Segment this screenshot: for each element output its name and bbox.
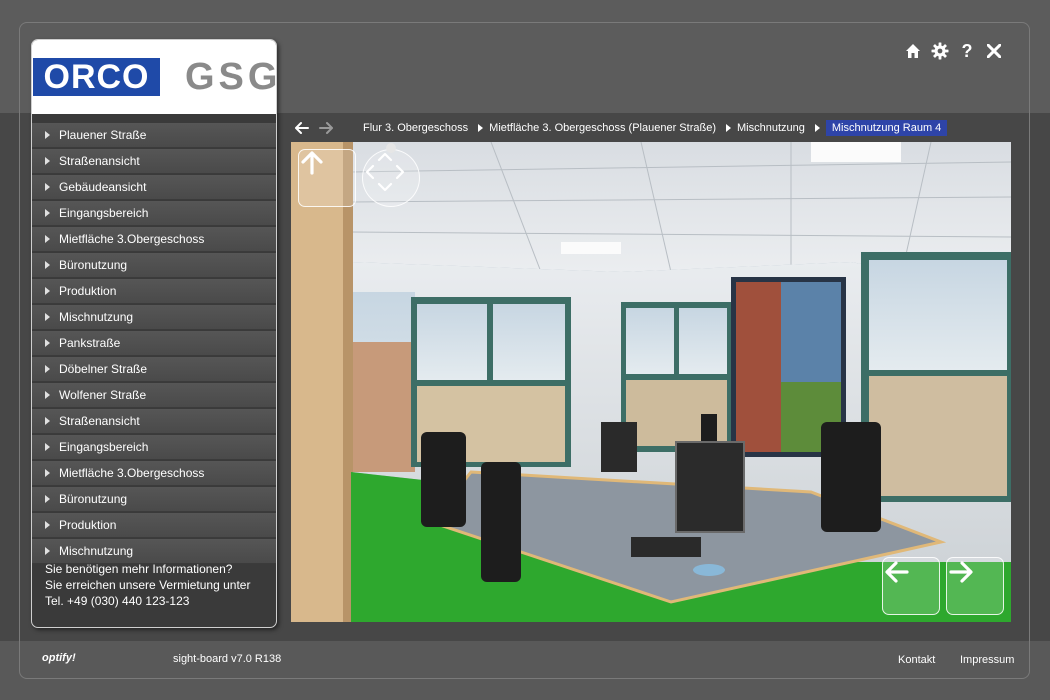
- logo-area: ORCO GSG: [32, 40, 276, 114]
- menu-item-bueronutzung-2[interactable]: Büronutzung: [32, 487, 276, 512]
- previous-view-button[interactable]: [882, 557, 940, 615]
- caret-right-icon: [45, 547, 50, 555]
- menu-item-label: Pankstraße: [59, 336, 121, 350]
- menu-item-label: Produktion: [59, 518, 117, 532]
- caret-right-icon: [45, 261, 50, 269]
- menu-item-strassenansicht-2[interactable]: Straßenansicht: [32, 409, 276, 434]
- office-room-image: [291, 142, 1011, 622]
- caret-right-icon: [45, 443, 50, 451]
- menu-item-mischnutzung[interactable]: Mischnutzung: [32, 305, 276, 330]
- viewer-toolbar: Flur 3. Obergeschoss Mietfläche 3. Oberg…: [288, 117, 1019, 141]
- caret-right-icon: [45, 235, 50, 243]
- home-icon[interactable]: [903, 41, 923, 61]
- menu-item-label: Eingangsbereich: [59, 206, 149, 220]
- menu-item-label: Büronutzung: [59, 492, 128, 506]
- menu-item-label: Mischnutzung: [59, 544, 134, 558]
- contact-link[interactable]: Kontakt: [898, 654, 935, 666]
- breadcrumb-item[interactable]: Flur 3. Obergeschoss: [363, 122, 468, 134]
- top-toolbar: ?: [903, 40, 1004, 62]
- caret-right-icon: [45, 365, 50, 373]
- breadcrumb-label: Mischnutzung: [736, 122, 805, 134]
- breadcrumb-label: Mischnutzung Raum 4: [825, 120, 948, 136]
- navigation-panel: ORCO GSG Plauener Straße Straßenansicht …: [31, 39, 277, 628]
- imprint-link[interactable]: Impressum: [960, 654, 1014, 666]
- contact-info: Sie benötigen mehr Informationen? Sie er…: [45, 561, 270, 609]
- menu-item-pankstrasse[interactable]: Pankstraße: [32, 331, 276, 356]
- gear-icon[interactable]: [930, 41, 950, 61]
- menu-item-label: Wolfener Straße: [59, 388, 147, 402]
- menu-item-label: Plauener Straße: [59, 128, 147, 142]
- breadcrumb-separator-icon: [478, 124, 484, 132]
- menu-item-label: Mischnutzung: [59, 310, 134, 324]
- info-line-3: Tel. +49 (030) 440 123-123: [45, 594, 190, 608]
- menu-item-label: Mietfläche 3.Obergeschoss: [59, 232, 205, 246]
- breadcrumb: Flur 3. Obergeschoss Mietfläche 3. Oberg…: [363, 118, 948, 138]
- info-line-2: Sie erreichen unsere Vermietung unter: [45, 578, 251, 592]
- version-label: sight-board v7.0 R138: [173, 653, 282, 665]
- help-icon[interactable]: ?: [957, 41, 977, 61]
- menu-item-bueronutzung[interactable]: Büronutzung: [32, 253, 276, 278]
- pan-control[interactable]: [362, 149, 420, 207]
- menu-item-label: Produktion: [59, 284, 117, 298]
- menu-item-produktion-2[interactable]: Produktion: [32, 513, 276, 538]
- breadcrumb-separator-icon: [814, 124, 820, 132]
- menu-item-label: Gebäudeansicht: [59, 180, 147, 194]
- menu-item-mietflaeche-2[interactable]: Mietfläche 3.Obergeschoss: [32, 461, 276, 486]
- caret-right-icon: [45, 521, 50, 529]
- breadcrumb-item-current[interactable]: Mischnutzung Raum 4: [805, 120, 948, 136]
- pan-arrows-icon: [365, 152, 405, 192]
- optify-logo[interactable]: optify!: [42, 652, 76, 664]
- caret-right-icon: [45, 131, 50, 139]
- caret-right-icon: [45, 339, 50, 347]
- menu-item-wolfener-strasse[interactable]: Wolfener Straße: [32, 383, 276, 408]
- breadcrumb-label: Flur 3. Obergeschoss: [363, 122, 469, 134]
- breadcrumb-separator-icon: [725, 124, 731, 132]
- arrow-left-icon: [885, 561, 909, 583]
- caret-right-icon: [45, 183, 50, 191]
- caret-right-icon: [45, 209, 50, 217]
- breadcrumb-item[interactable]: Mietfläche 3. Obergeschoss (Plauener Str…: [468, 122, 716, 134]
- menu-item-gebaeudeansicht[interactable]: Gebäudeansicht: [32, 175, 276, 200]
- location-menu: Plauener Straße Straßenansicht Gebäudean…: [32, 123, 276, 565]
- caret-right-icon: [45, 391, 50, 399]
- orco-logo: ORCO: [33, 58, 160, 96]
- forward-arrow-icon[interactable]: [318, 120, 334, 136]
- caret-right-icon: [45, 417, 50, 425]
- breadcrumb-label: Mietfläche 3. Obergeschoss (Plauener Str…: [489, 122, 716, 134]
- menu-item-label: Straßenansicht: [59, 414, 140, 428]
- menu-item-doebelner-strasse[interactable]: Döbelner Straße: [32, 357, 276, 382]
- caret-right-icon: [45, 495, 50, 503]
- caret-right-icon: [45, 313, 50, 321]
- menu-item-label: Döbelner Straße: [59, 362, 148, 376]
- menu-item-label: Büronutzung: [59, 258, 128, 272]
- caret-right-icon: [45, 469, 50, 477]
- menu-item-eingangsbereich-2[interactable]: Eingangsbereich: [32, 435, 276, 460]
- help-glyph: ?: [961, 41, 973, 61]
- back-arrow-icon[interactable]: [294, 120, 310, 136]
- move-forward-button[interactable]: [298, 149, 356, 207]
- menu-item-mietflaeche[interactable]: Mietfläche 3.Obergeschoss: [32, 227, 276, 252]
- menu-item-eingangsbereich[interactable]: Eingangsbereich: [32, 201, 276, 226]
- gsg-logo: GSG: [185, 56, 277, 98]
- menu-item-plauener-strasse[interactable]: Plauener Straße: [32, 123, 276, 148]
- menu-item-label: Eingangsbereich: [59, 440, 149, 454]
- caret-right-icon: [45, 287, 50, 295]
- menu-item-produktion[interactable]: Produktion: [32, 279, 276, 304]
- breadcrumb-item[interactable]: Mischnutzung: [716, 122, 805, 134]
- menu-item-label: Mietfläche 3.Obergeschoss: [59, 466, 205, 480]
- caret-right-icon: [45, 157, 50, 165]
- menu-item-label: Straßenansicht: [59, 154, 140, 168]
- close-icon[interactable]: [984, 41, 1004, 61]
- arrow-up-icon: [301, 151, 323, 175]
- arrow-right-icon: [949, 561, 973, 583]
- panorama-view[interactable]: [291, 142, 1011, 622]
- pan-handle[interactable]: [386, 143, 396, 153]
- info-line-1: Sie benötigen mehr Informationen?: [45, 562, 233, 576]
- next-view-button[interactable]: [946, 557, 1004, 615]
- menu-item-strassenansicht[interactable]: Straßenansicht: [32, 149, 276, 174]
